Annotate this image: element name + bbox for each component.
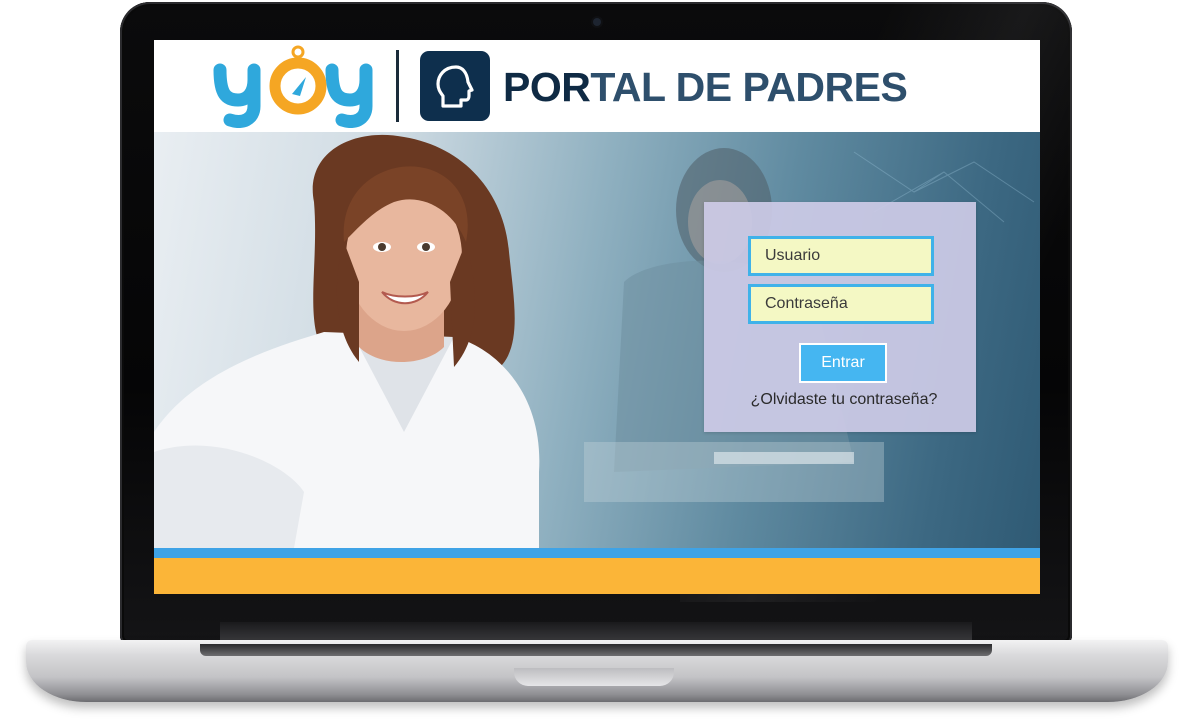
footer-stripe-blue: [154, 548, 1040, 558]
laptop-keyboard-well: [200, 644, 992, 656]
yoy-logo: yoy: [213, 45, 373, 128]
login-button[interactable]: Entrar: [799, 343, 887, 383]
title-part-dark: POR: [503, 64, 591, 110]
login-panel: Entrar ¿Olvidaste tu contraseña?: [704, 202, 976, 432]
page-title: PORTAL DE PADRES: [503, 62, 908, 112]
laptop-hinge: [220, 622, 972, 642]
hero-banner: Entrar ¿Olvidaste tu contraseña?: [154, 132, 1040, 548]
username-input[interactable]: [748, 236, 934, 276]
forgot-password-link[interactable]: ¿Olvidaste tu contraseña?: [704, 391, 984, 409]
title-part-light: TAL DE PADRES: [590, 64, 908, 110]
password-input[interactable]: [748, 284, 934, 324]
head-profile-icon: [420, 51, 490, 121]
laptop-thumb-notch: [514, 668, 674, 686]
header-divider: [396, 50, 399, 122]
footer-stripe-orange: [154, 558, 1040, 594]
laptop-screen: yoy PORTAL DE PADRES: [154, 40, 1040, 594]
portal-header: yoy PORTAL DE PADRES: [154, 40, 1040, 132]
webcam: [593, 18, 601, 26]
